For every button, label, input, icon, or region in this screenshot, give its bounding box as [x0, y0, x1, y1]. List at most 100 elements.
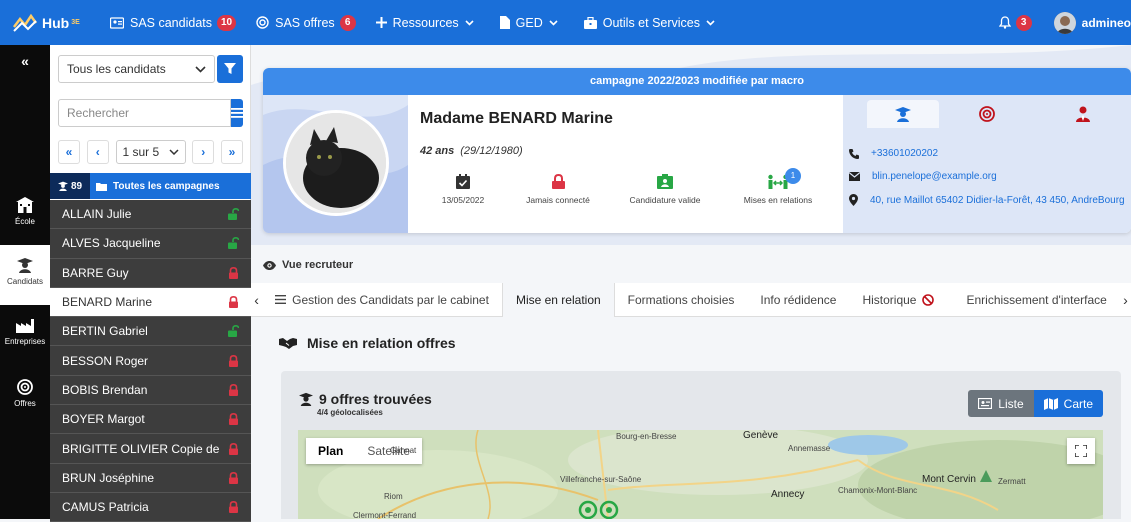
list-view-button[interactable]	[231, 99, 243, 127]
app-logo[interactable]: Hub 3E	[0, 13, 100, 33]
candidate-list-item[interactable]: BENARD Marine	[50, 287, 251, 318]
map-label: Chamonix-Mont-Blanc	[838, 486, 918, 495]
candidate-list-name: ALLAIN Julie	[62, 207, 132, 222]
tab-gestion-candidats[interactable]: Gestion des Candidats par le cabinet	[262, 283, 502, 317]
candidate-list: ALLAIN Julie ALVES Jacqueline BARRE Guy BEN…	[50, 200, 251, 522]
tabs-scroll-left[interactable]: ‹	[251, 292, 262, 308]
candidate-birthdate: (29/12/1980)	[460, 145, 523, 157]
first-page-button[interactable]: «	[58, 140, 80, 164]
nav-sas-candidats[interactable]: SAS candidats 10	[110, 14, 237, 31]
map-type-plan[interactable]: Plan	[306, 438, 355, 464]
candidate-list-item[interactable]: BOYER Margot	[50, 405, 251, 435]
filter-value: Tous les candidats	[67, 62, 166, 76]
lock-icon	[551, 174, 565, 189]
user-avatar[interactable]	[1053, 11, 1076, 34]
candidate-list-name: BARRE Guy	[62, 265, 129, 280]
handshake-icon	[279, 338, 297, 349]
offers-map[interactable]: Plan Satellite Bourg-en-Bresse Genève An…	[298, 430, 1103, 519]
page-select[interactable]: 1 sur 5	[115, 140, 186, 164]
candidate-list-item[interactable]: ALLAIN Julie	[50, 200, 251, 230]
collapse-rail-button[interactable]: «	[0, 53, 50, 69]
nav-label: Ressources	[392, 15, 459, 30]
briefcase-icon	[583, 16, 597, 29]
next-page-button[interactable]: ›	[192, 140, 215, 164]
candidate-list-name: CAMUS Patricia	[62, 500, 149, 515]
tab-info-residence[interactable]: Info rédidence	[747, 283, 849, 317]
map-label: Clermont-Ferrand	[353, 511, 417, 519]
liste-label: Liste	[998, 396, 1024, 411]
prev-page-button[interactable]: ‹	[86, 140, 109, 164]
phone-icon	[849, 148, 859, 159]
candidate-list-item[interactable]: BESSON Roger	[50, 346, 251, 376]
stat-label: Jamais connecté	[526, 195, 590, 205]
candidate-list-item[interactable]: BRUN Joséphine	[50, 463, 251, 493]
rail-item-ecole[interactable]: École	[0, 185, 50, 245]
candidate-list-name: BOBIS Brendan	[62, 382, 148, 397]
lock-open-icon	[228, 325, 239, 338]
view-toggle: Liste Carte	[968, 390, 1103, 417]
nav-sas-offres[interactable]: SAS offres 6	[256, 14, 356, 31]
rail-item-candidats[interactable]: Candidats	[0, 245, 50, 305]
chevron-down-icon	[168, 149, 179, 155]
contact-tabs	[843, 100, 1131, 128]
candidate-list-name: BESSON Roger	[62, 353, 149, 368]
tab-formations-choisies[interactable]: Formations choisies	[615, 283, 748, 317]
fullscreen-button[interactable]	[1067, 438, 1095, 464]
lock-icon	[229, 471, 238, 484]
envelope-icon	[849, 172, 860, 181]
campaign-count[interactable]: 89	[50, 173, 90, 199]
map-icon	[1043, 397, 1058, 410]
list-view-button[interactable]: Liste	[968, 390, 1034, 417]
contact-panel: +33601020202 blin.penelope@example.org 4…	[843, 95, 1131, 233]
phone-value[interactable]: +33601020202	[871, 148, 938, 159]
campaign-selector[interactable]: Toutes les campagnes	[90, 173, 251, 199]
tab-enrichissement[interactable]: Enrichissement d'interface	[953, 283, 1119, 317]
stat-candidature: Candidature valide	[610, 174, 720, 205]
map-label: Gannat	[390, 446, 417, 455]
tab-offers[interactable]	[939, 100, 1035, 128]
map-marker-icon	[849, 194, 858, 206]
nav-ged[interactable]: GED	[499, 15, 564, 30]
nav-label: GED	[515, 15, 543, 30]
section-title: Mise en relation offres	[279, 335, 456, 351]
candidate-list-item[interactable]: BRIGITTE OLIVIER Copie de	[50, 434, 251, 464]
nav-outils-services[interactable]: Outils et Services	[583, 16, 721, 30]
candidate-list-item[interactable]: BERTIN Gabriel	[50, 317, 251, 347]
candidate-list-item[interactable]: BOBIS Brendan	[50, 375, 251, 406]
carte-label: Carte	[1063, 396, 1093, 411]
user-name[interactable]: admineo	[1082, 16, 1131, 30]
file-icon	[499, 16, 510, 29]
notifications-button[interactable]: 3	[998, 14, 1032, 31]
tab-mise-en-relation[interactable]: Mise en relation	[501, 282, 615, 317]
map-view-button[interactable]: Carte	[1033, 390, 1103, 417]
campaign-count-value: 89	[70, 180, 83, 192]
chevron-down-icon	[195, 65, 206, 73]
tab-recruiter[interactable]	[1035, 100, 1131, 128]
stat-label: 13/05/2022	[441, 195, 485, 205]
candidate-age: 42 ans	[420, 145, 455, 157]
candidate-search-input[interactable]	[58, 99, 231, 127]
rail-item-entreprises[interactable]: Entreprises	[0, 307, 50, 367]
candidate-list-item[interactable]: BARRE Guy	[50, 258, 251, 288]
stat-mises-en-relation[interactable]: 1 Mises en relations	[723, 168, 833, 205]
address-value[interactable]: 40, rue Maillot 65402 Didier-la-Forêt, 4…	[870, 195, 1125, 206]
rail-item-offres[interactable]: Offres	[0, 367, 50, 427]
stat-connexion: Jamais connecté	[503, 174, 613, 205]
candidate-list-item[interactable]: ALVES Jacqueline	[50, 229, 251, 259]
nav-ressources[interactable]: Ressources	[375, 15, 480, 30]
chevron-down-icon	[706, 19, 715, 26]
bell-icon	[998, 16, 1011, 29]
candidate-list-name: BERTIN Gabriel	[62, 324, 148, 339]
tab-label: Formations choisies	[627, 292, 735, 307]
industry-icon	[16, 319, 34, 333]
last-page-button[interactable]: »	[221, 140, 243, 164]
recruiter-view-toggle[interactable]: Vue recruteur	[263, 259, 353, 271]
filter-button[interactable]	[217, 55, 243, 83]
bars-icon	[275, 295, 287, 304]
email-value[interactable]: blin.penelope@example.org	[872, 171, 997, 182]
tab-candidate[interactable]	[867, 100, 939, 128]
candidate-filter-select[interactable]: Tous les candidats	[58, 55, 215, 83]
tabs-scroll-right[interactable]: ›	[1120, 292, 1131, 308]
tab-historique[interactable]: Historique	[849, 283, 953, 317]
candidate-list-item[interactable]: CAMUS Patricia	[50, 492, 251, 522]
